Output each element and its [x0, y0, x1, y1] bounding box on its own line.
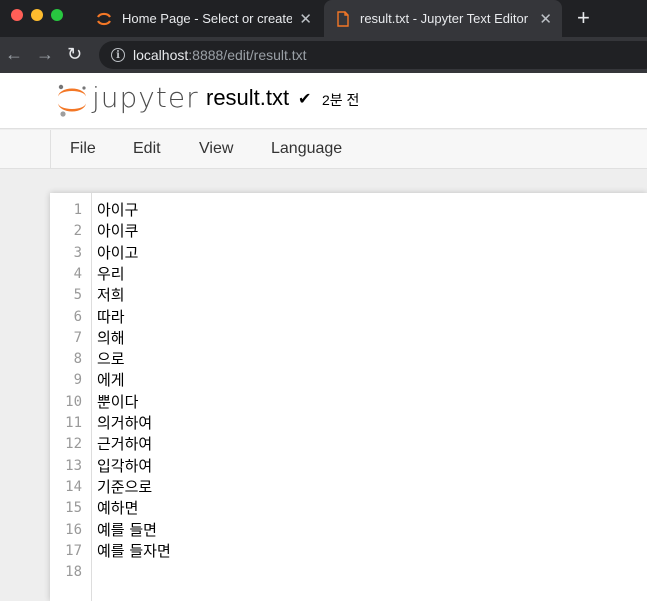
url-host: localhost: [133, 47, 189, 63]
line-number: 3: [73, 244, 82, 261]
editor-line[interactable]: 으로: [97, 349, 125, 370]
line-number-gutter: 1 2 3 4 5 6 7 8 9 10 11 12 13 14 15 16 17 18: [50, 193, 92, 601]
editor-line[interactable]: 의해: [97, 328, 125, 349]
reload-button[interactable]: ↻: [67, 43, 82, 65]
line-number: 10: [65, 393, 82, 410]
editor-line[interactable]: 아이쿠: [97, 221, 138, 242]
window-minimize-button[interactable]: [31, 9, 43, 21]
jupyter-logo-icon[interactable]: [55, 82, 89, 118]
tab-title: Home Page - Select or create a: [122, 11, 292, 26]
jupyter-header: jupyter result.txt ✔ 2분 전: [0, 73, 647, 129]
editor-line[interactable]: 우리: [97, 264, 125, 285]
back-button[interactable]: ←: [5, 43, 23, 65]
jupyter-favicon-icon: [97, 12, 111, 25]
menu-bar: File Edit View Language: [0, 130, 647, 169]
editor-line[interactable]: 따라: [97, 307, 125, 328]
menu-file[interactable]: File: [70, 140, 96, 158]
editor-line[interactable]: 예를 들자면: [97, 541, 171, 562]
line-number: 14: [65, 478, 82, 495]
line-number: 17: [65, 542, 82, 559]
line-number: 18: [65, 564, 82, 581]
line-number: 12: [65, 436, 82, 453]
url-path: :8888/edit/result.txt: [188, 47, 307, 63]
tab-result-txt[interactable]: result.txt - Jupyter Text Editor ✕: [324, 0, 562, 37]
browser-tab-strip: Home Page - Select or create a ✕ result.…: [0, 0, 647, 37]
line-number: 4: [73, 265, 82, 282]
editor-line[interactable]: 뿐이다: [97, 392, 138, 413]
editor-line[interactable]: 입각하여: [97, 456, 152, 477]
forward-button[interactable]: →: [36, 43, 54, 65]
line-number: 7: [73, 329, 82, 346]
line-number: 13: [65, 457, 82, 474]
tab-home-page[interactable]: Home Page - Select or create a ✕: [86, 0, 322, 37]
new-tab-button[interactable]: +: [577, 5, 590, 31]
tab-close-icon[interactable]: ✕: [299, 10, 312, 28]
editor-line[interactable]: 에게: [97, 370, 125, 391]
window-close-button[interactable]: [11, 9, 23, 21]
line-number: 15: [65, 500, 82, 517]
menu-bar-inner: File Edit View Language: [50, 130, 647, 168]
editor-line[interactable]: 예하면: [97, 498, 138, 519]
line-number: 11: [65, 415, 82, 431]
file-icon: [337, 10, 349, 27]
menu-view[interactable]: View: [199, 140, 233, 158]
editor-line[interactable]: 예를 들면: [97, 520, 157, 541]
saved-check-icon: ✔: [298, 91, 312, 108]
editor-line[interactable]: 아이고: [97, 243, 138, 264]
line-number: 16: [65, 521, 82, 538]
line-number: 8: [73, 351, 82, 368]
window-maximize-button[interactable]: [51, 9, 63, 21]
info-icon[interactable]: i: [111, 48, 125, 62]
last-saved-status: 2분 전: [322, 92, 360, 108]
text-editor[interactable]: 1 2 3 4 5 6 7 8 9 10 11 12 13 14 15 16 17 18 아이구 아이쿠 아이고 우리 저…: [50, 193, 647, 601]
file-name[interactable]: result.txt: [206, 85, 289, 111]
editor-line[interactable]: 의거하여: [97, 413, 152, 434]
editor-line[interactable]: 근거하여: [97, 434, 152, 455]
menu-edit[interactable]: Edit: [133, 140, 161, 158]
tab-title: result.txt - Jupyter Text Editor: [360, 11, 529, 26]
line-number: 2: [73, 223, 82, 240]
line-number: 9: [73, 372, 82, 389]
browser-toolbar: ← → ↻ i localhost:8888/edit/result.txt: [0, 37, 647, 73]
editor-line[interactable]: 아이구: [97, 200, 138, 221]
line-number: 5: [73, 287, 82, 304]
editor-line[interactable]: 저희: [97, 285, 125, 306]
line-number: 6: [73, 308, 82, 325]
line-number: 1: [73, 202, 82, 218]
editor-line[interactable]: 기준으로: [97, 477, 152, 498]
tab-close-icon[interactable]: ✕: [539, 10, 552, 28]
address-bar[interactable]: i localhost:8888/edit/result.txt: [99, 41, 647, 69]
menu-language[interactable]: Language: [271, 140, 342, 158]
jupyter-logo-text[interactable]: jupyter: [92, 81, 199, 114]
